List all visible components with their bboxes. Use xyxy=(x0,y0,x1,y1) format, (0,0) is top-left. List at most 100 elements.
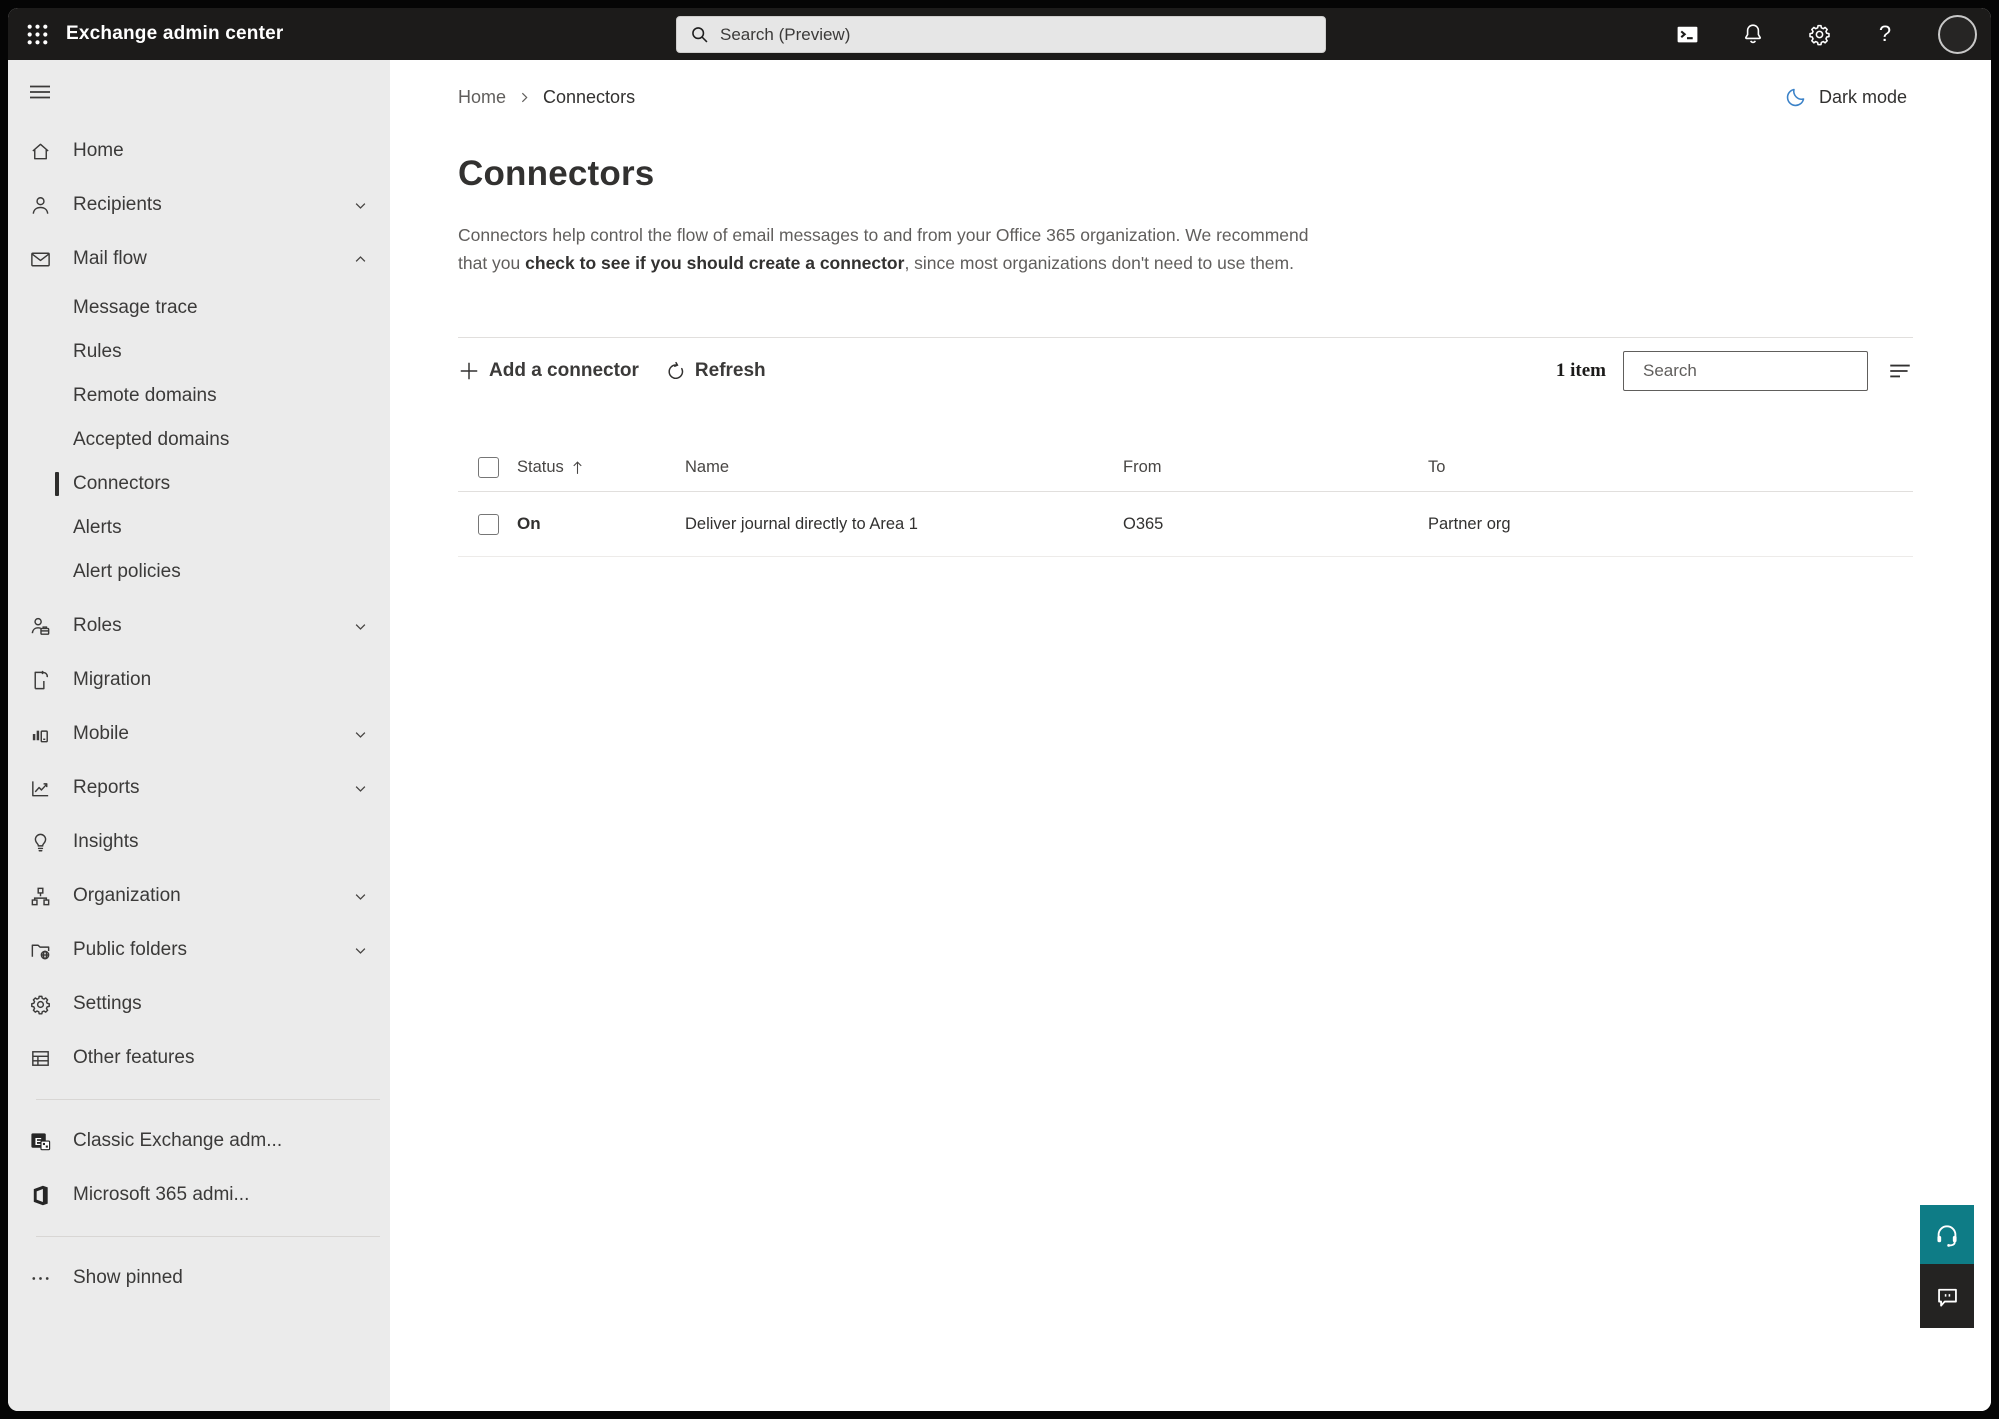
sidebar-item-connectors[interactable]: Connectors xyxy=(8,462,390,506)
document-arrow-icon xyxy=(28,668,52,692)
breadcrumb-home-link[interactable]: Home xyxy=(458,87,506,108)
table-header-row: Status Name From To xyxy=(458,444,1913,492)
column-header-label: Status xyxy=(517,458,564,476)
sidebar-item-insights[interactable]: Insights xyxy=(8,815,390,869)
sidebar-item-label: Home xyxy=(73,140,124,161)
row-to: Partner org xyxy=(1428,514,1511,533)
sidebar-item-recipients[interactable]: Recipients xyxy=(8,178,390,232)
column-header-to[interactable]: To xyxy=(1428,458,1913,477)
app-launcher-button[interactable] xyxy=(8,8,66,60)
sidebar-item-alert-policies[interactable]: Alert policies xyxy=(8,550,390,594)
sidebar-item-label: Alerts xyxy=(73,517,122,538)
sidebar-item-label: Mail flow xyxy=(73,248,147,269)
chart-line-icon xyxy=(28,776,52,800)
sidebar-item-migration[interactable]: Migration xyxy=(8,653,390,707)
cloud-shell-button[interactable] xyxy=(1674,21,1700,47)
table-icon xyxy=(28,1046,52,1070)
sidebar-item-label: Other features xyxy=(73,1047,195,1068)
sidebar-item-label: Migration xyxy=(73,669,152,690)
sidebar-item-other-features[interactable]: Other features xyxy=(8,1031,390,1085)
envelope-icon xyxy=(28,247,52,271)
terminal-icon xyxy=(1677,26,1697,42)
nav-collapse-button[interactable] xyxy=(8,60,390,124)
row-status: On xyxy=(517,514,541,533)
sidebar-item-mail-flow[interactable]: Mail flow xyxy=(8,232,390,286)
sidebar-item-classic-exchange-admin[interactable]: E Classic Exchange adm... xyxy=(8,1114,390,1168)
page-description: Connectors help control the flow of emai… xyxy=(458,221,1336,277)
sidebar-item-label: Rules xyxy=(73,341,122,362)
sidebar-item-settings[interactable]: Settings xyxy=(8,977,390,1031)
waffle-icon xyxy=(27,24,47,44)
notifications-button[interactable] xyxy=(1740,21,1766,47)
table-row[interactable]: On Deliver journal directly to Area 1 O3… xyxy=(458,492,1913,557)
sidebar-item-organization[interactable]: Organization xyxy=(8,869,390,923)
sidebar-item-alerts[interactable]: Alerts xyxy=(8,506,390,550)
chevron-right-icon xyxy=(518,91,531,104)
question-icon: ? xyxy=(1878,21,1892,46)
help-button[interactable]: ? xyxy=(1872,21,1898,47)
feedback-button[interactable] xyxy=(1920,1264,1974,1328)
sidebar-item-label: Message trace xyxy=(73,297,198,318)
sidebar-item-microsoft365-admin[interactable]: Microsoft 365 admi... xyxy=(8,1168,390,1222)
hamburger-icon xyxy=(30,85,50,99)
sidebar-item-rules[interactable]: Rules xyxy=(8,330,390,374)
chevron-down-icon xyxy=(353,943,368,958)
breadcrumb-current: Connectors xyxy=(543,86,636,107)
person-icon xyxy=(28,193,52,217)
support-button[interactable] xyxy=(1920,1205,1974,1264)
sort-ascending-icon xyxy=(571,460,584,475)
sidebar-divider xyxy=(36,1236,380,1237)
exchange-logo-icon: E xyxy=(28,1129,52,1153)
column-header-status[interactable]: Status xyxy=(517,458,685,477)
sidebar-item-message-trace[interactable]: Message trace xyxy=(8,286,390,330)
ellipsis-icon xyxy=(28,1266,52,1290)
account-avatar[interactable] xyxy=(1938,14,1977,54)
refresh-button[interactable]: Refresh xyxy=(665,360,766,382)
select-all-checkbox[interactable] xyxy=(478,457,499,478)
lightbulb-icon xyxy=(28,830,52,854)
connectors-table: Status Name From To On Deliver journal d… xyxy=(458,444,1913,557)
mobile-stats-icon xyxy=(28,722,52,746)
list-search-input[interactable] xyxy=(1643,361,1864,381)
sidebar-item-mobile[interactable]: Mobile xyxy=(8,707,390,761)
sidebar-item-label: Organization xyxy=(73,885,181,906)
list-toolbar: Add a connector Refresh 1 item xyxy=(458,337,1913,404)
moon-icon xyxy=(1786,88,1805,107)
sidebar-item-home[interactable]: Home xyxy=(8,124,390,178)
plus-icon xyxy=(458,360,480,382)
bell-icon xyxy=(1744,24,1762,44)
global-search-box[interactable] xyxy=(676,16,1326,53)
row-checkbox[interactable] xyxy=(478,513,499,535)
column-header-name[interactable]: Name xyxy=(685,458,1123,477)
row-name[interactable]: Deliver journal directly to Area 1 xyxy=(685,515,1123,534)
chevron-down-icon xyxy=(353,889,368,904)
sidebar-divider xyxy=(36,1099,380,1100)
sidebar-item-accepted-domains[interactable]: Accepted domains xyxy=(8,418,390,462)
sidebar-item-roles[interactable]: Roles xyxy=(8,599,390,653)
filter-button[interactable] xyxy=(1887,358,1913,384)
sidebar-item-show-pinned[interactable]: Show pinned xyxy=(8,1251,390,1305)
folder-globe-icon xyxy=(28,938,52,962)
create-connector-link[interactable]: check to see if you should create a conn… xyxy=(525,253,904,273)
add-connector-button[interactable]: Add a connector xyxy=(458,360,639,382)
sidebar-item-remote-domains[interactable]: Remote domains xyxy=(8,374,390,418)
dark-mode-toggle[interactable]: Dark mode xyxy=(1785,86,1907,108)
dark-mode-label: Dark mode xyxy=(1818,86,1907,107)
add-connector-label: Add a connector xyxy=(489,360,639,381)
sidebar-item-label: Classic Exchange adm... xyxy=(73,1130,283,1151)
sidebar-item-public-folders[interactable]: Public folders xyxy=(8,923,390,977)
global-search-input[interactable] xyxy=(720,24,1313,45)
list-search-box[interactable] xyxy=(1623,351,1868,391)
microsoft365-logo-icon xyxy=(28,1183,52,1207)
description-text: , since most organizations don't need to… xyxy=(904,253,1294,273)
chevron-up-icon xyxy=(353,252,368,267)
sidebar-item-label: Remote domains xyxy=(73,385,217,406)
floating-button-stack xyxy=(1920,1205,1974,1328)
top-bar: Exchange admin center Search (Preview) ? xyxy=(8,8,1991,60)
settings-button[interactable] xyxy=(1806,21,1832,47)
chevron-down-icon xyxy=(353,619,368,634)
main-content: Home Connectors Dark mode Connectors Con… xyxy=(390,60,1991,1411)
column-header-from[interactable]: From xyxy=(1123,458,1428,477)
sidebar-item-reports[interactable]: Reports xyxy=(8,761,390,815)
selected-indicator xyxy=(55,472,59,496)
